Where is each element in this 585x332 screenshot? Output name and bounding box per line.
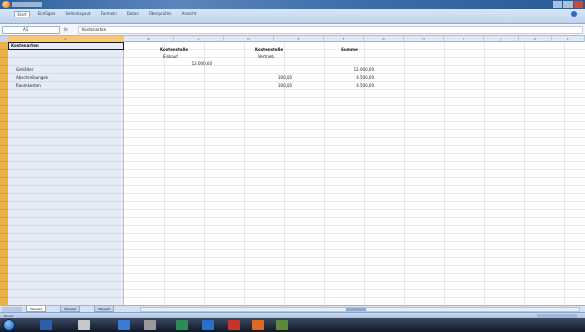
ribbon-tabs: Start Einfügen Seitenlayout Formeln Date…: [14, 11, 198, 17]
horizontal-scroll-thumb[interactable]: [346, 308, 366, 311]
help-icon[interactable]: [571, 11, 577, 17]
row-header-dividers: [0, 42, 8, 305]
quick-access-toolbar[interactable]: [12, 2, 42, 7]
cell-b1[interactable]: Kostenstelle: [160, 47, 188, 53]
taskbar-explorer-icon[interactable]: [78, 320, 90, 330]
tab-page-layout[interactable]: Seitenlayout: [63, 11, 92, 17]
taskbar-ie-icon[interactable]: [40, 320, 52, 330]
taskbar-app4-icon[interactable]: [252, 320, 264, 330]
cell-c-row3[interactable]: 300,00: [240, 83, 292, 89]
cell-a1[interactable]: Kostenarten: [11, 43, 39, 49]
cell-d-row2[interactable]: 4.500,00: [322, 75, 374, 81]
excel-window: Start Einfügen Seitenlayout Formeln Date…: [0, 0, 585, 332]
office-button-icon[interactable]: [2, 1, 10, 8]
close-button[interactable]: [573, 1, 583, 8]
formula-bar: A1 fx Kostenarten: [0, 24, 585, 36]
taskbar-app3-icon[interactable]: [228, 320, 240, 330]
tab-formulas[interactable]: Formeln: [99, 11, 119, 17]
taskbar-app-icon[interactable]: [144, 320, 156, 330]
cell-a-row1[interactable]: Gehälter: [16, 67, 33, 73]
cell-d-row1[interactable]: 12.000,00: [322, 67, 374, 73]
cell-c2[interactable]: Vertrieb: [258, 54, 274, 60]
cell-c1[interactable]: Kostenstelle: [255, 47, 283, 53]
tab-data[interactable]: Daten: [125, 11, 141, 17]
taskbar-app5-icon[interactable]: [276, 320, 288, 330]
cell-b2[interactable]: Einkauf: [163, 54, 178, 60]
cell-a-row2[interactable]: Abschreibungen: [16, 75, 48, 81]
maximize-button[interactable]: [563, 1, 573, 8]
tab-review[interactable]: Überprüfen: [147, 11, 174, 17]
cell-c-row2[interactable]: 300,00: [240, 75, 292, 81]
minimize-button[interactable]: [553, 1, 563, 8]
tab-insert[interactable]: Einfügen: [36, 11, 58, 17]
taskbar-app2-icon[interactable]: [202, 320, 214, 330]
tab-start[interactable]: Start: [14, 11, 30, 17]
cell-d1[interactable]: Summe: [341, 47, 358, 53]
tab-view[interactable]: Ansicht: [180, 11, 199, 17]
cell-b-row1[interactable]: 12.000,00: [160, 61, 212, 67]
ribbon: Start Einfügen Seitenlayout Formeln Date…: [0, 9, 585, 24]
windows-start-icon[interactable]: [3, 319, 15, 331]
column-a-cells[interactable]: [8, 42, 124, 305]
name-box[interactable]: A1: [2, 26, 60, 34]
cell-d-row3[interactable]: 4.500,00: [322, 83, 374, 89]
taskbar-excel-icon[interactable]: [176, 320, 188, 330]
insert-function-icon[interactable]: fx: [64, 27, 68, 32]
formula-input[interactable]: Kostenarten: [78, 26, 583, 34]
window-controls: [553, 1, 583, 8]
title-bar: [0, 0, 585, 9]
taskbar-word-icon[interactable]: [118, 320, 130, 330]
cell-a-row3[interactable]: Raumkosten: [16, 83, 41, 89]
taskbar: [0, 318, 585, 332]
sheet-tab-bar: Tabelle1 Tabelle2 Tabelle3: [0, 305, 585, 312]
